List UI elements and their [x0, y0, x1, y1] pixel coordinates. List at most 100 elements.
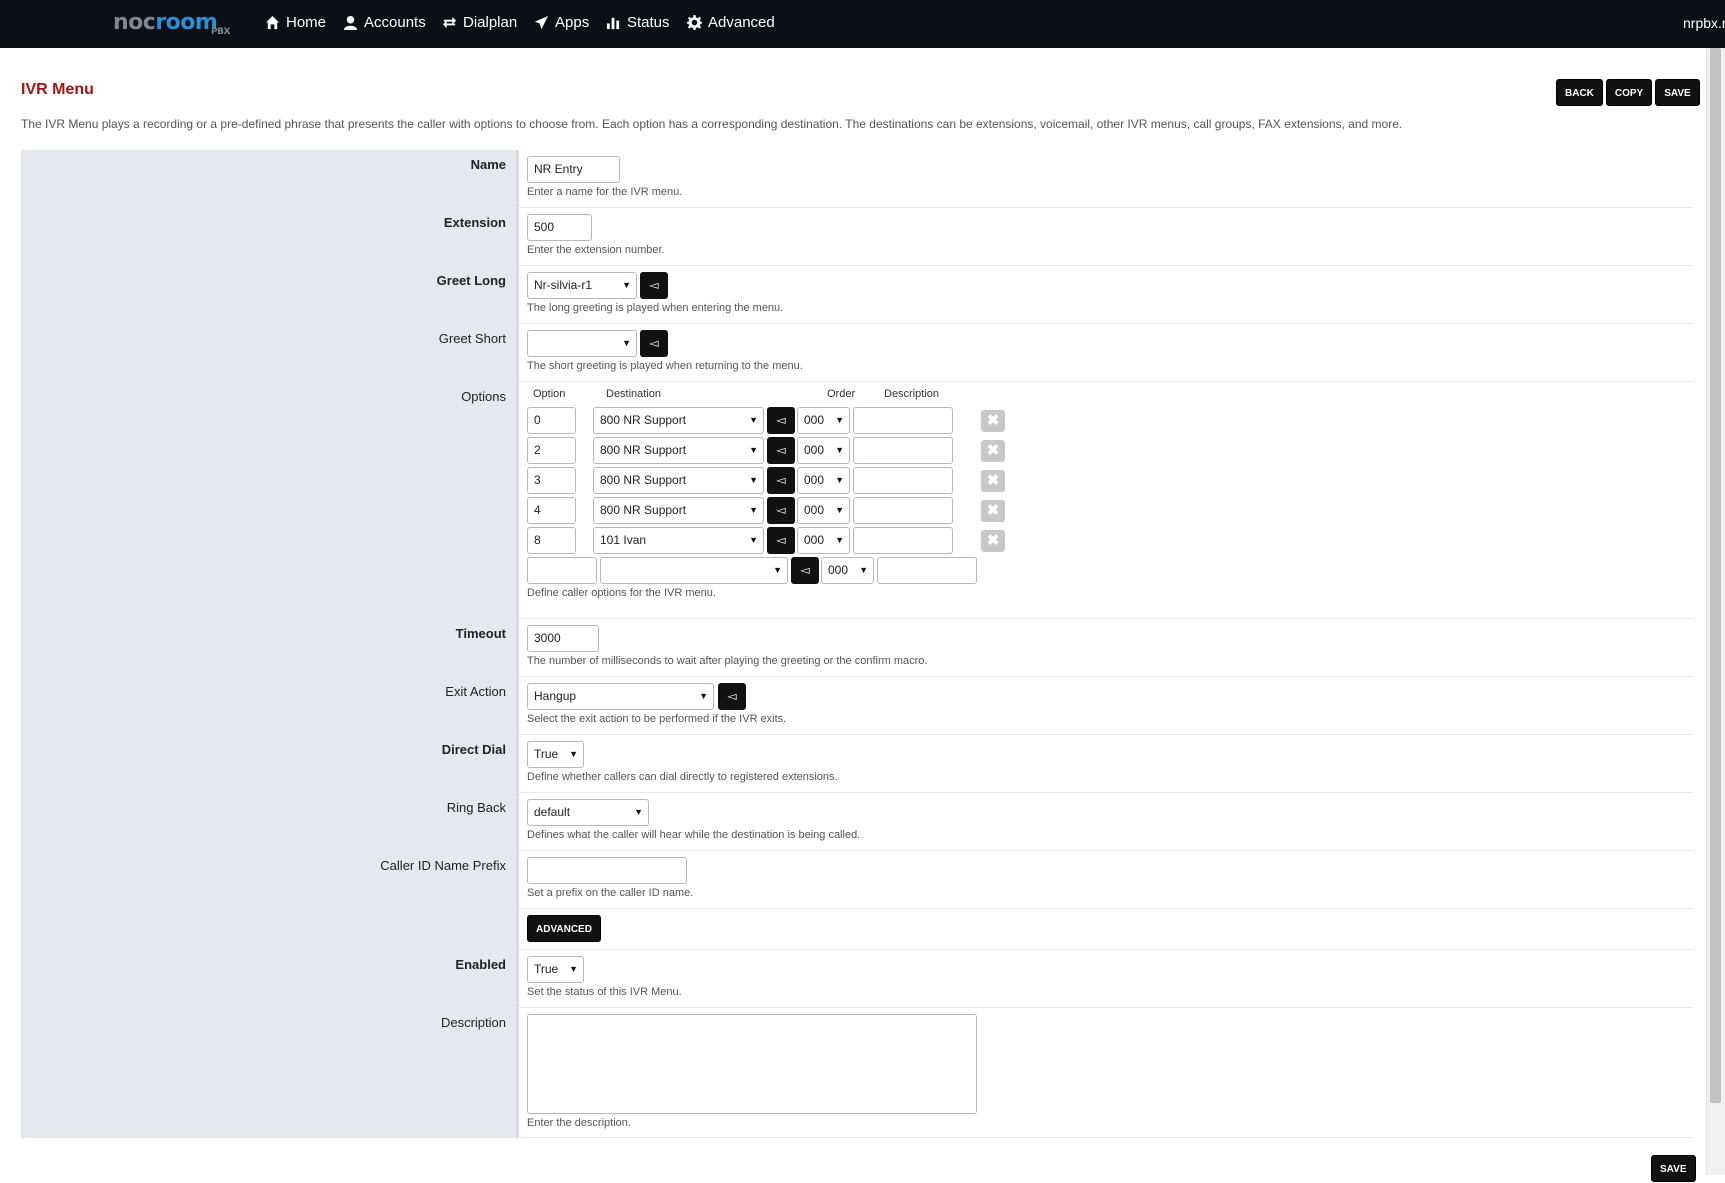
chevron-down-icon: ▼: [569, 749, 578, 759]
nav-advanced[interactable]: Advanced: [687, 14, 775, 31]
option-play-button[interactable]: ◅: [767, 527, 795, 554]
description-textarea[interactable]: [527, 1014, 977, 1114]
new-description-input[interactable]: [877, 557, 977, 584]
greet-long-hint: The long greeting is played when enterin…: [527, 302, 784, 314]
option-order-select[interactable]: 000 ▼: [797, 437, 850, 464]
description-hint: Enter the description.: [527, 1117, 631, 1129]
option-description-input[interactable]: [853, 437, 953, 464]
option-order-select[interactable]: 000 ▼: [797, 467, 850, 494]
remove-icon: ✖: [986, 441, 1000, 459]
greet-long-play-button[interactable]: ◅: [640, 272, 668, 299]
greet-short-hint: The short greeting is played when return…: [527, 360, 803, 372]
extension-input[interactable]: 500: [527, 214, 592, 241]
option-remove-button[interactable]: ✖: [981, 529, 1005, 552]
option-order-value: 000: [804, 473, 825, 487]
play-icon: ◅: [776, 443, 786, 457]
caller-id-prefix-input[interactable]: [527, 857, 687, 884]
ivr-form: Name NR Entry Enter a name for the IVR m…: [21, 150, 1693, 1138]
option-destination-select[interactable]: 800 NR Support ▼: [593, 407, 764, 434]
new-option-input[interactable]: [527, 557, 597, 584]
option-remove-button[interactable]: ✖: [981, 439, 1005, 462]
chevron-down-icon: ▼: [749, 415, 758, 425]
exit-action-select[interactable]: Hangup ▼: [527, 683, 714, 710]
option-description-input[interactable]: [853, 527, 953, 554]
option-play-button[interactable]: ◅: [767, 467, 795, 494]
timeout-hint: The number of milliseconds to wait after…: [527, 655, 928, 667]
option-description-input[interactable]: [853, 497, 953, 524]
option-digit-input[interactable]: 0: [527, 407, 576, 434]
greet-short-play-button[interactable]: ◅: [640, 330, 668, 357]
back-button[interactable]: BACK: [1556, 79, 1603, 106]
option-row: 2 800 NR Support ▼ ◅ 000 ▼ ✖: [527, 437, 1693, 464]
option-destination-select[interactable]: 800 NR Support ▼: [593, 437, 764, 464]
form-row-options: Options Option Destination Order Descrip…: [21, 382, 1693, 619]
form-row-extension: Extension 500 Enter the extension number…: [21, 208, 1693, 266]
option-play-button[interactable]: ◅: [767, 437, 795, 464]
option-digit-input[interactable]: 8: [527, 527, 576, 554]
ring-back-select[interactable]: default ▼: [527, 799, 649, 826]
nav-dialplan[interactable]: Dialplan: [442, 14, 517, 31]
option-description-input[interactable]: [853, 467, 953, 494]
nav-home[interactable]: Home: [265, 14, 326, 31]
option-row: 8 101 Ivan ▼ ◅ 000 ▼ ✖: [527, 527, 1693, 554]
logo-subtext: PBX: [211, 27, 230, 37]
page-scrollbar[interactable]: [1706, 48, 1725, 1175]
scrollbar-thumb[interactable]: [1710, 48, 1721, 1103]
name-input[interactable]: NR Entry: [527, 156, 620, 183]
nav-apps[interactable]: Apps: [534, 14, 589, 31]
option-order-select[interactable]: 000 ▼: [797, 497, 850, 524]
ring-back-hint: Defines what the caller will hear while …: [527, 829, 861, 841]
chevron-down-icon: ▼: [749, 505, 758, 515]
option-play-button[interactable]: ◅: [767, 407, 795, 434]
description-label: Description: [21, 1008, 519, 1137]
chevron-down-icon: ▼: [835, 415, 844, 425]
nav-advanced-label: Advanced: [708, 14, 775, 31]
extension-hint: Enter the extension number.: [527, 244, 665, 256]
bottom-save-button[interactable]: SAVE: [1651, 1155, 1696, 1182]
new-destination-select[interactable]: ▼: [600, 557, 788, 584]
brand-logo[interactable]: nocroom PBX: [113, 10, 230, 38]
chevron-down-icon: ▼: [634, 807, 643, 817]
option-remove-button[interactable]: ✖: [981, 409, 1005, 432]
option-destination-select[interactable]: 800 NR Support ▼: [593, 497, 764, 524]
chevron-down-icon: ▼: [835, 505, 844, 515]
option-description-input[interactable]: [853, 407, 953, 434]
exit-action-play-button[interactable]: ◅: [718, 683, 746, 710]
option-order-select[interactable]: 000 ▼: [797, 407, 850, 434]
option-remove-button[interactable]: ✖: [981, 499, 1005, 522]
new-destination-play-button[interactable]: ◅: [791, 557, 819, 584]
timeout-input[interactable]: 3000: [527, 625, 599, 652]
greet-short-select[interactable]: ▼: [527, 330, 637, 357]
header-actions: BACK COPY SAVE: [1556, 79, 1700, 106]
options-new-row: ▼ ◅ 000 ▼: [527, 557, 1693, 584]
enabled-select[interactable]: True ▼: [527, 956, 584, 983]
nav-accounts[interactable]: Accounts: [343, 14, 426, 31]
play-icon: ◅: [727, 689, 737, 703]
save-button[interactable]: SAVE: [1655, 79, 1700, 106]
option-destination-select[interactable]: 101 Ivan ▼: [593, 527, 764, 554]
option-destination-value: 800 NR Support: [600, 473, 687, 487]
play-icon: ◅: [649, 336, 659, 350]
direct-dial-select[interactable]: True ▼: [527, 741, 584, 768]
logo-text-b: room: [155, 10, 218, 35]
option-digit-input[interactable]: 3: [527, 467, 576, 494]
new-order-select[interactable]: 000 ▼: [821, 557, 874, 584]
greet-long-select[interactable]: Nr-silvia-r1 ▼: [527, 272, 637, 299]
form-row-exit-action: Exit Action Hangup ▼ ◅ Select the exit act…: [21, 677, 1693, 735]
option-destination-select[interactable]: 800 NR Support ▼: [593, 467, 764, 494]
chevron-down-icon: ▼: [859, 565, 868, 575]
option-digit-input[interactable]: 4: [527, 497, 576, 524]
option-order-select[interactable]: 000 ▼: [797, 527, 850, 554]
advanced-button[interactable]: ADVANCED: [527, 915, 601, 942]
nav-user[interactable]: nrpbx.r: [1683, 15, 1725, 31]
order-col-header: Order: [827, 388, 856, 400]
option-digit-input[interactable]: 2: [527, 437, 576, 464]
ring-back-value: default: [534, 805, 571, 819]
exit-action-value: Hangup: [534, 689, 577, 703]
copy-button[interactable]: COPY: [1605, 79, 1653, 106]
option-play-button[interactable]: ◅: [767, 497, 795, 524]
nav-status[interactable]: Status: [606, 14, 670, 31]
remove-icon: ✖: [986, 471, 1000, 489]
bar-chart-icon: [606, 17, 620, 30]
option-remove-button[interactable]: ✖: [981, 469, 1005, 492]
